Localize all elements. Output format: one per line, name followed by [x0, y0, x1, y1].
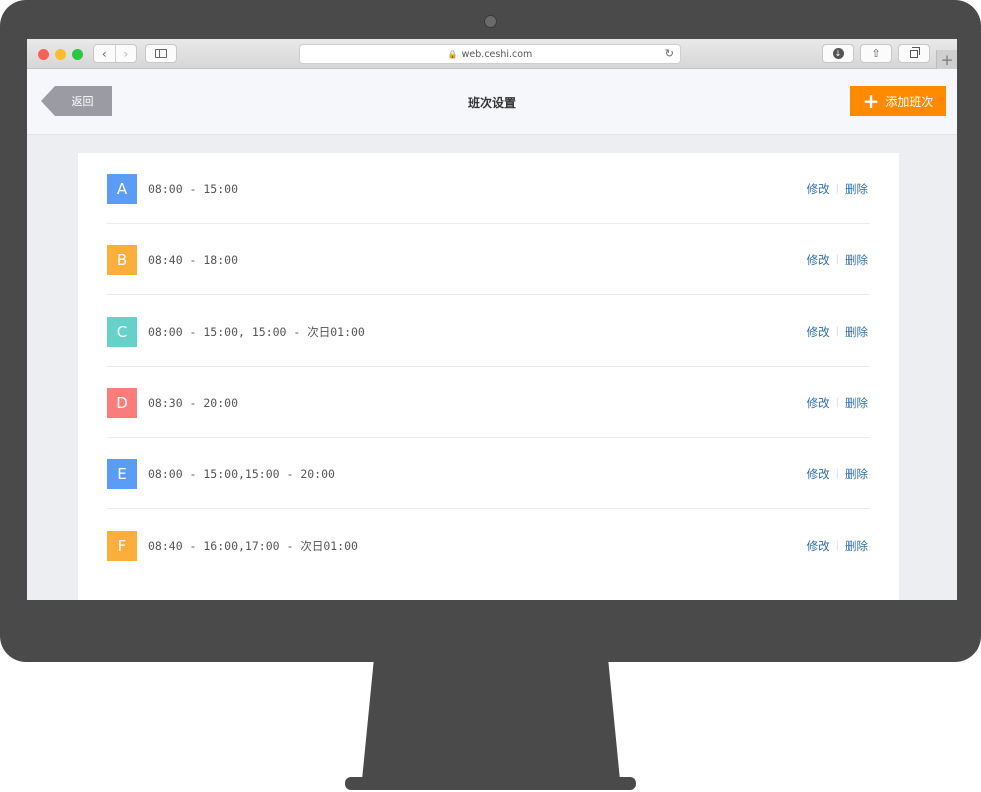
browser-toolbar: ‹ › 🔒 web.ceshi.com ↻ ↓ ⇧ +: [27, 39, 957, 69]
monitor-stand: [362, 662, 620, 780]
shift-badge: C: [107, 317, 137, 347]
tabs-icon: [910, 46, 920, 58]
divider: |: [835, 183, 839, 194]
shift-badge: E: [107, 459, 137, 489]
share-button[interactable]: ⇧: [860, 44, 892, 63]
shift-row: E 08:00 - 15:00,15:00 - 20:00 修改 | 删除: [107, 438, 870, 509]
divider: |: [835, 468, 839, 479]
camera-icon: [484, 15, 497, 28]
shift-time: 08:00 - 15:00, 15:00 - 次日01:00: [148, 324, 365, 339]
shift-row: B 08:40 - 18:00 修改 | 删除: [107, 224, 870, 295]
row-actions: 修改 | 删除: [807, 367, 868, 438]
delete-link[interactable]: 删除: [845, 181, 868, 197]
reload-icon[interactable]: ↻: [665, 47, 674, 60]
divider: |: [835, 254, 839, 265]
edit-link[interactable]: 修改: [807, 538, 830, 554]
lock-icon: 🔒: [447, 49, 458, 59]
screen: ‹ › 🔒 web.ceshi.com ↻ ↓ ⇧ + 返回 班次设置 + 添加…: [27, 39, 957, 600]
add-shift-button[interactable]: + 添加班次: [850, 86, 946, 116]
shift-row: C 08:00 - 15:00, 15:00 - 次日01:00 修改 | 删除: [107, 296, 870, 367]
show-tabs-button[interactable]: [898, 44, 930, 63]
sidebar-icon: [155, 49, 167, 58]
zoom-window-icon[interactable]: [72, 49, 83, 60]
add-shift-label: 添加班次: [885, 94, 934, 109]
url-text: web.ceshi.com: [461, 48, 533, 60]
shift-row: F 08:40 - 16:00,17:00 - 次日01:00 修改 | 删除: [107, 510, 870, 581]
shift-time: 08:40 - 16:00,17:00 - 次日01:00: [148, 538, 358, 553]
back-chevron-icon[interactable]: ‹: [94, 45, 115, 62]
row-actions: 修改 | 删除: [807, 296, 868, 367]
edit-link[interactable]: 修改: [807, 466, 830, 482]
delete-link[interactable]: 删除: [845, 252, 868, 268]
shift-badge: F: [107, 531, 137, 561]
page-title: 班次设置: [467, 95, 516, 110]
monitor-frame: ‹ › 🔒 web.ceshi.com ↻ ↓ ⇧ + 返回 班次设置 + 添加…: [0, 0, 981, 662]
shift-badge: A: [107, 174, 137, 204]
download-icon: ↓: [832, 48, 844, 59]
plus-icon: +: [862, 89, 880, 113]
minimize-window-icon[interactable]: [55, 49, 66, 60]
monitor-stand-base: [345, 777, 636, 790]
divider: |: [835, 326, 839, 337]
edit-link[interactable]: 修改: [807, 324, 830, 340]
shift-time: 08:30 - 20:00: [148, 395, 239, 410]
divider: |: [835, 540, 839, 551]
new-tab-button[interactable]: +: [936, 50, 957, 69]
delete-link[interactable]: 删除: [845, 395, 868, 411]
divider: |: [835, 397, 839, 408]
shift-time: 08:00 - 15:00: [148, 181, 239, 196]
shift-time: 08:00 - 15:00,15:00 - 20:00: [148, 466, 335, 481]
shift-row: D 08:30 - 20:00 修改 | 删除: [107, 367, 870, 438]
address-bar[interactable]: 🔒 web.ceshi.com ↻: [299, 44, 681, 64]
shift-time: 08:40 - 18:00: [148, 252, 239, 267]
forward-chevron-icon[interactable]: ›: [114, 45, 137, 62]
shift-list: A 08:00 - 15:00 修改 | 删除 B 08:40 - 18:00 …: [78, 153, 899, 600]
sidebar-toggle-button[interactable]: [145, 44, 177, 63]
row-actions: 修改 | 删除: [807, 438, 868, 509]
edit-link[interactable]: 修改: [807, 252, 830, 268]
close-window-icon[interactable]: [38, 49, 49, 60]
edit-link[interactable]: 修改: [807, 395, 830, 411]
delete-link[interactable]: 删除: [845, 324, 868, 340]
app-header: 返回 班次设置 + 添加班次: [27, 69, 957, 135]
row-actions: 修改 | 删除: [807, 224, 868, 295]
back-button-label: 返回: [71, 95, 94, 108]
delete-link[interactable]: 删除: [845, 538, 868, 554]
back-button[interactable]: 返回: [41, 86, 112, 116]
row-actions: 修改 | 删除: [807, 153, 868, 224]
shift-row: A 08:00 - 15:00 修改 | 删除: [107, 153, 870, 224]
shift-badge: D: [107, 388, 137, 418]
row-actions: 修改 | 删除: [807, 510, 868, 581]
edit-link[interactable]: 修改: [807, 181, 830, 197]
downloads-button[interactable]: ↓: [822, 44, 854, 63]
delete-link[interactable]: 删除: [845, 466, 868, 482]
shift-badge: B: [107, 245, 137, 275]
share-icon: ⇧: [871, 47, 881, 60]
history-nav: ‹ ›: [93, 44, 137, 63]
